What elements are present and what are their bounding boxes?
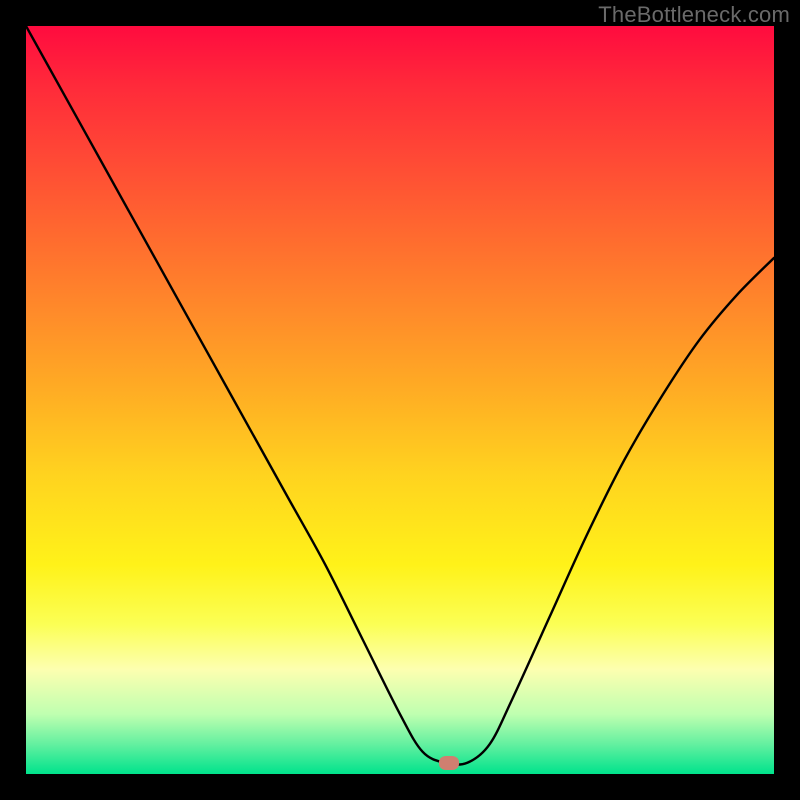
watermark-text: TheBottleneck.com [598,2,790,28]
bottleneck-curve [26,26,774,774]
chart-frame: TheBottleneck.com [0,0,800,800]
plot-area [26,26,774,774]
optimal-point-marker [439,756,459,770]
